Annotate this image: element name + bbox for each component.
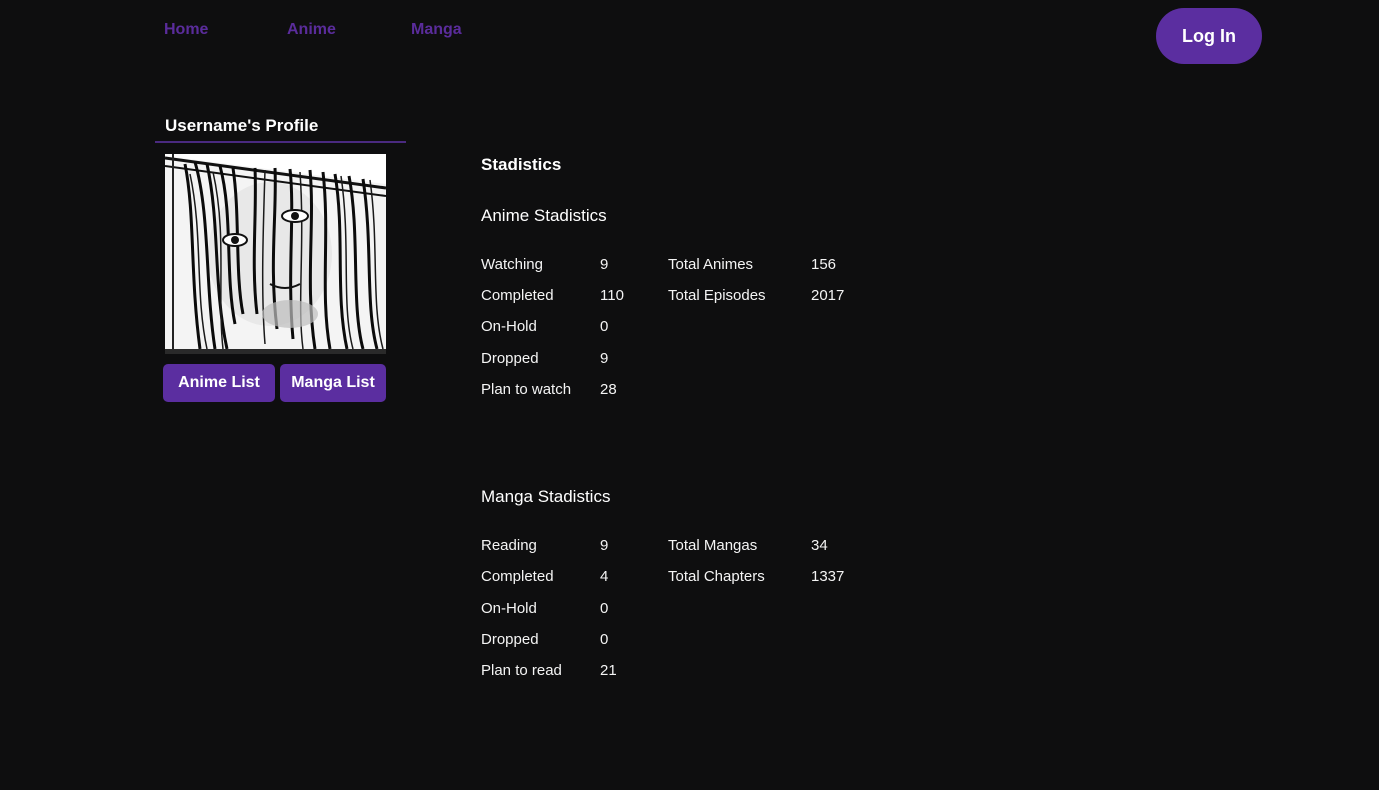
- manga-stat-label: Reading: [481, 537, 537, 554]
- anime-total-value: 156: [811, 256, 837, 273]
- anime-stat-value: 9: [600, 256, 609, 273]
- manga-total-label: Total Chapters: [668, 568, 765, 585]
- anime-stat-value: 0: [600, 318, 609, 335]
- manga-stat-value: 4: [600, 568, 609, 585]
- manga-total-label: Total Mangas: [668, 537, 758, 554]
- avatar: [165, 154, 386, 354]
- anime-stat-label: Watching: [481, 256, 543, 273]
- manga-stat-value: 0: [600, 600, 609, 617]
- statistics-heading: Stadistics: [481, 155, 562, 174]
- anime-total-label: Total Animes: [668, 256, 754, 273]
- profile-title: Username's Profile: [165, 116, 319, 135]
- anime-stat-value: 9: [600, 350, 609, 367]
- manga-stat-value: 0: [600, 631, 609, 648]
- anime-stat-label: On-Hold: [481, 318, 537, 335]
- manga-stat-label: On-Hold: [481, 600, 537, 617]
- profile-title-divider: [155, 141, 406, 143]
- manga-stat-value: 21: [600, 662, 617, 679]
- manga-stat-value: 9: [600, 537, 609, 554]
- anime-list-button[interactable]: Anime List: [163, 364, 275, 402]
- anime-statistics-heading: Anime Stadistics: [481, 206, 607, 225]
- manga-total-value: 34: [811, 537, 828, 554]
- anime-total-value: 2017: [811, 287, 845, 304]
- login-button[interactable]: Log In: [1156, 8, 1262, 64]
- nav-anime-link[interactable]: Anime: [287, 21, 336, 39]
- anime-stat-label: Completed: [481, 287, 554, 304]
- manga-list-button[interactable]: Manga List: [280, 364, 386, 402]
- nav-manga-link[interactable]: Manga: [411, 21, 462, 39]
- manga-stat-label: Completed: [481, 568, 554, 585]
- manga-stat-label: Plan to read: [481, 662, 562, 679]
- nav-home-link[interactable]: Home: [164, 21, 208, 39]
- anime-stat-label: Dropped: [481, 350, 539, 367]
- manga-total-value: 1337: [811, 568, 845, 585]
- manga-statistics-heading: Manga Stadistics: [481, 487, 611, 506]
- manga-stat-label: Dropped: [481, 631, 539, 648]
- anime-stat-value: 28: [600, 381, 617, 398]
- anime-total-label: Total Episodes: [668, 287, 766, 304]
- avatar-manga-image: [165, 154, 386, 354]
- anime-stat-value: 110: [600, 287, 624, 304]
- anime-stat-label: Plan to watch: [481, 381, 572, 398]
